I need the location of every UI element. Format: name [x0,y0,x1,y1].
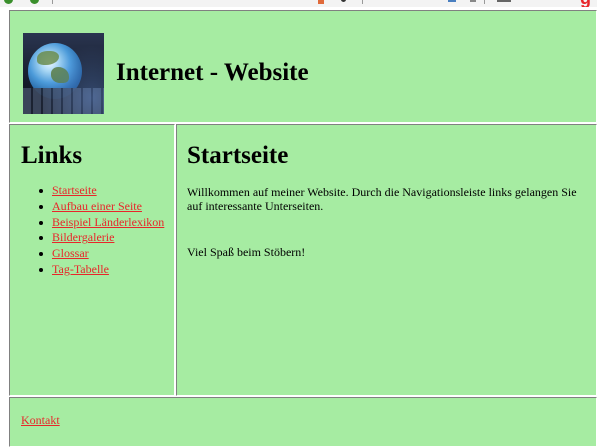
welcome-text: Willkommen auf meiner Website. Durch die… [187,185,577,213]
forward-icon[interactable] [30,0,39,4]
nav-link-bildergalerie[interactable]: Bildergalerie [52,230,114,244]
page-heading: Startseite [187,142,289,169]
print-icon[interactable] [470,0,476,2]
site-title: Internet - Website [116,59,309,86]
back-icon[interactable] [4,0,13,4]
toolbar-divider [362,0,363,4]
nav-item-glossar: Glossar [38,246,164,262]
sidebar-heading: Links [21,142,83,169]
toolbar-divider [52,0,53,4]
nav-link-startseite[interactable]: Startseite [52,183,97,197]
nav-link-list: Startseite Aufbau einer Seite Beispiel L… [38,183,164,278]
nav-link-glossar[interactable]: Glossar [52,246,89,260]
home-icon[interactable] [448,0,456,2]
header-frame: Internet - Website [9,10,597,123]
nav-link-tag-tabelle[interactable]: Tag-Tabelle [52,262,109,276]
brand-mark-icon: g [580,0,591,7]
closing-text: Viel Spaß beim Stöbern! [187,245,306,259]
nav-item-bildergalerie: Bildergalerie [38,230,164,246]
logo-glow [23,33,104,114]
toolbar-divider [484,0,485,4]
feed-icon[interactable] [318,0,324,4]
main-content-frame: Startseite Willkommen auf meiner Website… [176,124,597,396]
nav-item-aufbau: Aufbau einer Seite [38,199,164,215]
navigation-sidebar: Links Startseite Aufbau einer Seite Beis… [9,124,175,396]
footer-frame: Kontakt [9,397,597,447]
nav-item-startseite: Startseite [38,183,164,199]
refresh-icon[interactable] [341,0,346,2]
nav-item-laenderlexikon: Beispiel Länderlexikon [38,215,164,231]
nav-link-aufbau-einer-seite[interactable]: Aufbau einer Seite [52,199,142,213]
contact-link[interactable]: Kontakt [21,413,60,427]
nav-item-tag-tabelle: Tag-Tabelle [38,262,164,278]
logo-globe-icon [23,33,104,114]
page-menu-icon[interactable] [497,0,511,2]
browser-toolbar-strip: g [0,0,597,7]
nav-link-beispiel-laenderlexikon[interactable]: Beispiel Länderlexikon [52,215,164,229]
